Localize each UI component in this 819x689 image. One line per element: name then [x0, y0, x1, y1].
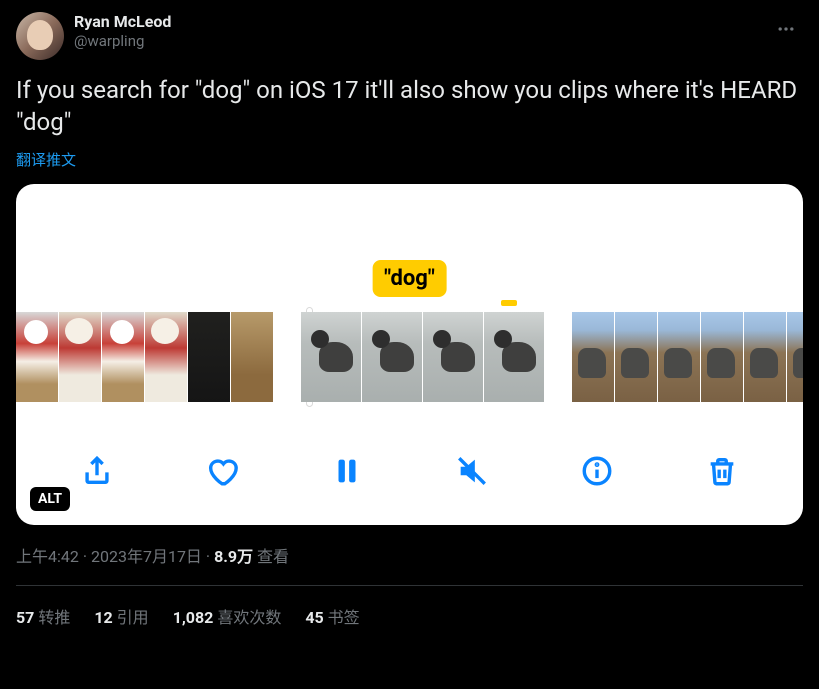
user-handle: @warpling [74, 32, 171, 51]
tweet-date: 2023年7月17日 [91, 547, 202, 566]
display-name: Ryan McLeod [74, 12, 171, 32]
speaker-muted-icon [455, 454, 489, 488]
caption-marker [501, 300, 517, 306]
clip-frame [145, 312, 187, 402]
info-button[interactable] [573, 447, 621, 495]
clip-frame [787, 312, 803, 402]
clip-frame [231, 312, 273, 402]
tweet-container: Ryan McLeod @warpling If you search for … [0, 0, 819, 628]
tweet-time: 上午4:42 [16, 547, 79, 566]
more-icon [776, 19, 796, 39]
bookmarks-stat[interactable]: 45 书签 [305, 604, 359, 628]
clip-frame [102, 312, 144, 402]
heart-icon [205, 454, 239, 488]
more-button[interactable] [769, 12, 803, 46]
retweets-stat[interactable]: 57 转推 [16, 604, 70, 628]
tweet-stats: 57 转推 12 引用 1,082 喜欢次数 45 书签 [16, 586, 803, 628]
video-timeline[interactable] [16, 312, 803, 402]
like-button[interactable] [198, 447, 246, 495]
tweet-header: Ryan McLeod @warpling [16, 12, 803, 60]
pause-icon [330, 454, 364, 488]
clip-frame [16, 312, 58, 402]
avatar[interactable] [16, 12, 64, 60]
clip-group-2 [301, 312, 544, 402]
clip-group-1 [16, 312, 273, 402]
caption-tag: "dog" [372, 260, 447, 297]
clip-frame [423, 312, 483, 402]
quotes-stat[interactable]: 12 引用 [94, 604, 148, 628]
clip-group-3 [572, 312, 803, 402]
mute-button[interactable] [448, 447, 496, 495]
delete-button[interactable] [698, 447, 746, 495]
share-icon [80, 454, 114, 488]
clip-frame [484, 312, 544, 402]
views-label: 查看 [257, 547, 289, 566]
alt-badge[interactable]: ALT [30, 487, 70, 511]
translate-link[interactable]: 翻译推文 [16, 149, 76, 170]
views-count: 8.9万 [214, 547, 253, 566]
media-attachment[interactable]: "dog" [16, 184, 803, 525]
clip-frame [701, 312, 743, 402]
clip-frame [362, 312, 422, 402]
clip-frame [188, 312, 230, 402]
clip-frame [59, 312, 101, 402]
media-toolbar [16, 445, 803, 497]
tweet-text: If you search for "dog" on iOS 17 it'll … [16, 74, 803, 139]
clip-frame [301, 312, 361, 402]
clip-frame [744, 312, 786, 402]
clip-frame [658, 312, 700, 402]
likes-stat[interactable]: 1,082 喜欢次数 [173, 604, 282, 628]
clip-frame [615, 312, 657, 402]
user-block[interactable]: Ryan McLeod @warpling [74, 12, 171, 51]
info-icon [580, 454, 614, 488]
trash-icon [705, 454, 739, 488]
tweet-meta[interactable]: 上午4:42 · 2023年7月17日 · 8.9万 查看 [16, 543, 803, 567]
share-button[interactable] [73, 447, 121, 495]
clip-frame [572, 312, 614, 402]
pause-button[interactable] [323, 447, 371, 495]
